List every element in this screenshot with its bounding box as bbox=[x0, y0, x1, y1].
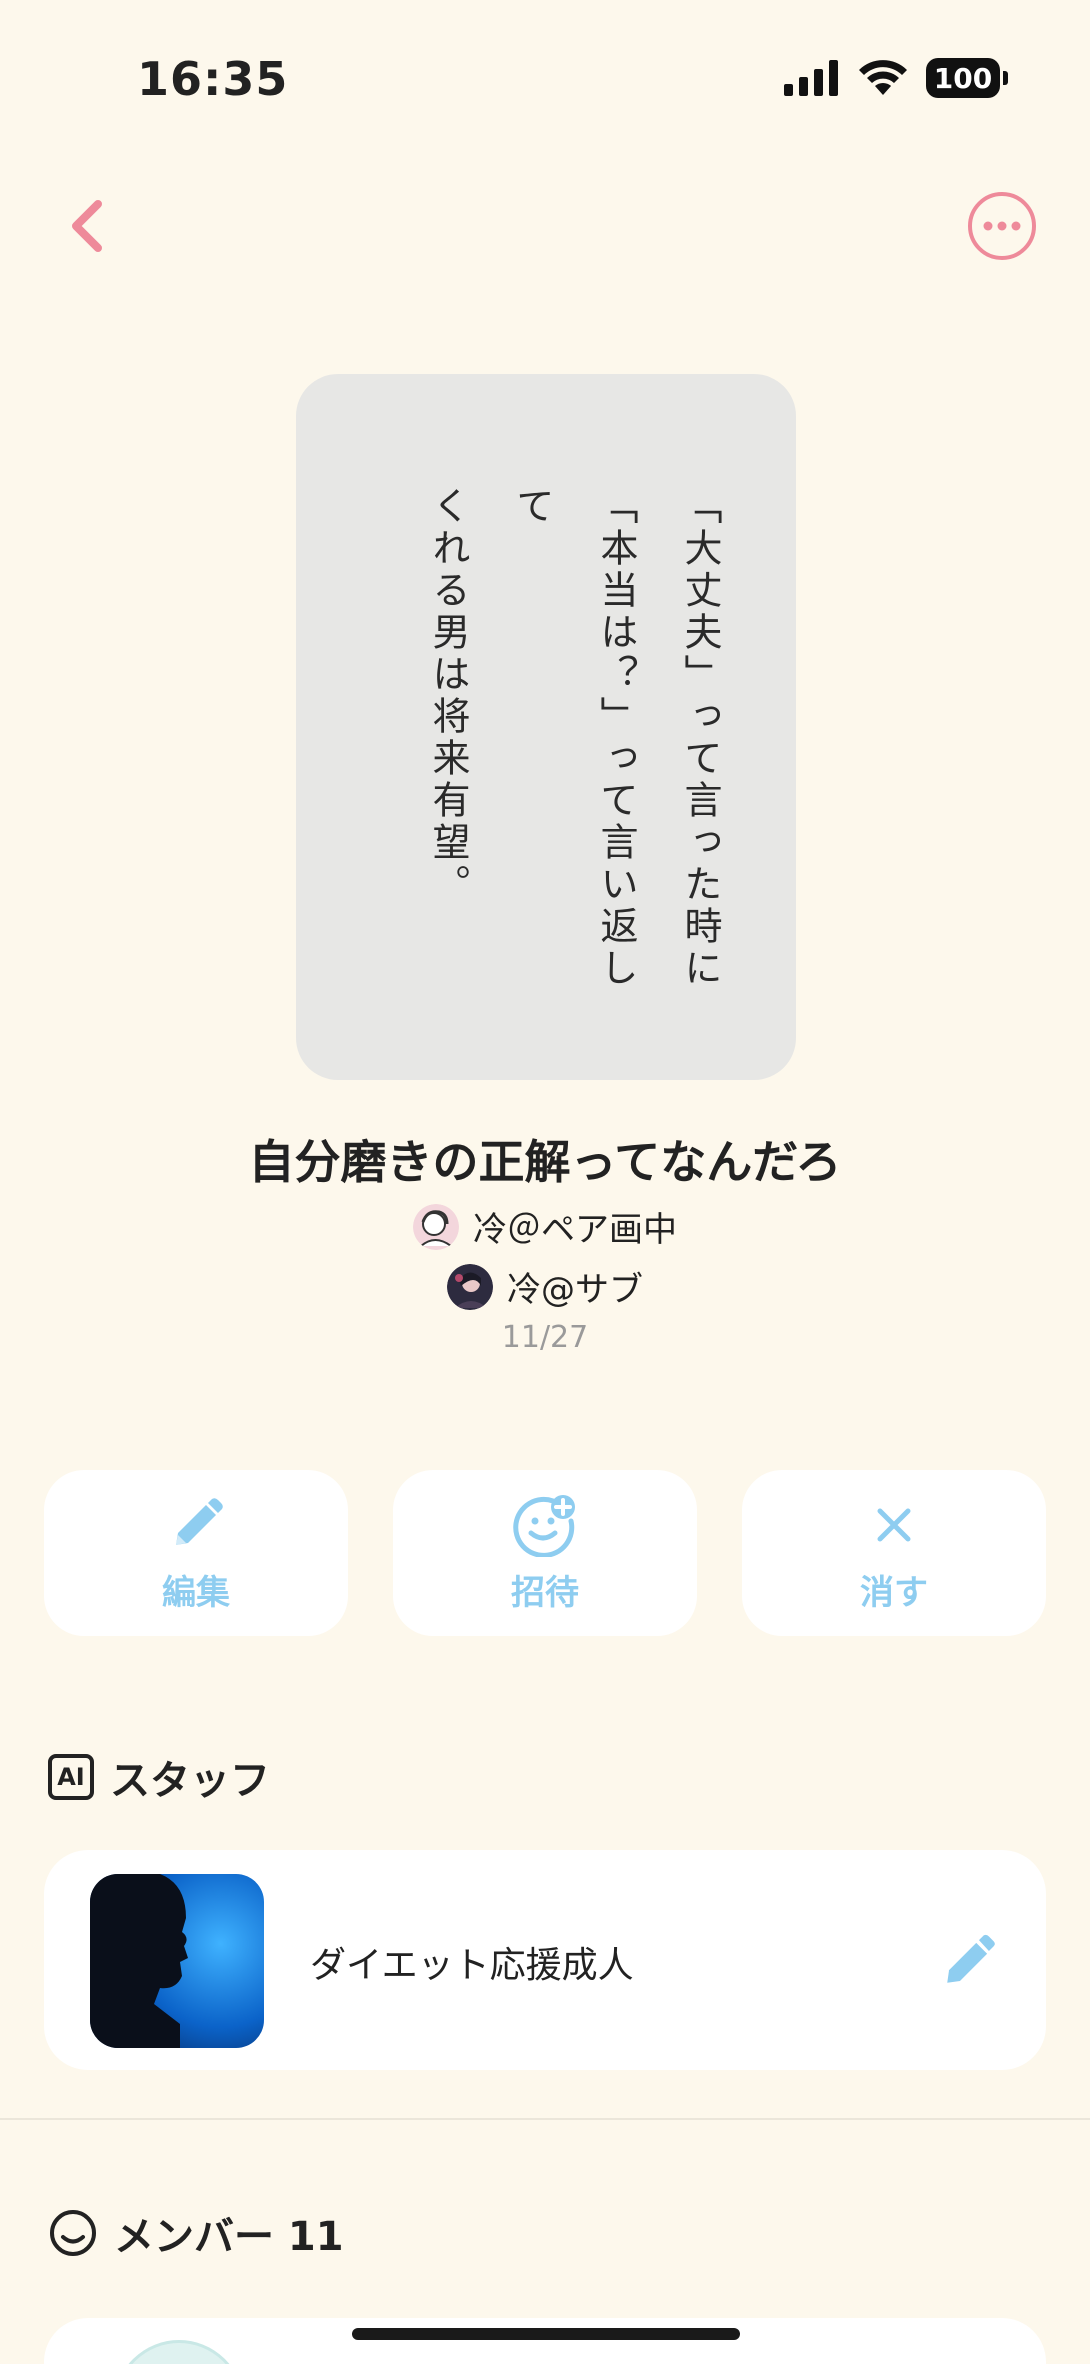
back-chevron-icon[interactable] bbox=[62, 194, 112, 258]
signal-icon bbox=[784, 60, 838, 96]
post-title: 自分磨きの正解ってなんだろ bbox=[248, 1135, 842, 1189]
battery-indicator: 100 bbox=[926, 58, 1008, 98]
edit-label: 編集 bbox=[162, 1572, 230, 1613]
quote-line-3: くれる男は将来有望。 bbox=[426, 486, 470, 906]
member-list-card[interactable] bbox=[44, 2318, 1046, 2364]
edit-button[interactable]: 編集 bbox=[44, 1470, 348, 1636]
pencil-icon[interactable] bbox=[940, 1932, 998, 1990]
post-date: 11/27 bbox=[501, 1320, 589, 1355]
staff-card[interactable]: ダイエット応援成人 bbox=[44, 1850, 1046, 2070]
invite-label: 招待 bbox=[511, 1572, 579, 1613]
staff-name: ダイエット応援成人 bbox=[310, 1945, 634, 1986]
members-heading: メンバー 11 bbox=[48, 2204, 344, 2262]
section-divider bbox=[0, 2118, 1090, 2120]
quote-line-1: 「大丈夫」って言った時に bbox=[678, 486, 722, 990]
pencil-icon bbox=[176, 1497, 223, 1545]
status-icons: 100 bbox=[784, 58, 1008, 98]
staff-heading-label: スタッフ bbox=[110, 1758, 270, 1804]
ai-badge-icon: AI bbox=[48, 1754, 94, 1800]
action-bar: 編集 招待 消す bbox=[44, 1470, 1046, 1636]
quote-text: 「大丈夫」って言った時に 「本当は？」って言い返して くれる男は将来有望。 bbox=[406, 486, 742, 1026]
quote-line-2: 「本当は？」って言い返して bbox=[510, 486, 638, 990]
smiley-icon bbox=[50, 2210, 96, 2256]
wifi-icon bbox=[859, 60, 907, 95]
status-time: 16:35 bbox=[137, 52, 289, 106]
quote-card[interactable]: 「大丈夫」って言った時に 「本当は？」って言い返して くれる男は将来有望。 bbox=[296, 374, 796, 1080]
home-indicator[interactable] bbox=[352, 2328, 740, 2340]
delete-label: 消す bbox=[860, 1572, 928, 1613]
invite-button[interactable]: 招待 bbox=[393, 1470, 697, 1636]
screen: 16:35 100 「大丈夫」って言った時に 「本当は？」って言い返して くれる… bbox=[0, 0, 1090, 2364]
members-heading-label: メンバー 11 bbox=[114, 2214, 344, 2260]
author-name: 冷＠ペア画中 bbox=[473, 1210, 677, 1250]
avatar bbox=[114, 2340, 244, 2364]
author-row[interactable]: 冷＠ペア画中 bbox=[0, 1202, 1090, 1251]
staff-avatar bbox=[90, 1874, 264, 2048]
more-options-icon[interactable] bbox=[966, 190, 1038, 262]
staff-heading: AI スタッフ bbox=[48, 1748, 270, 1806]
author-row[interactable]: 冷@サブ bbox=[0, 1262, 1090, 1311]
author-name: 冷@サブ bbox=[507, 1270, 643, 1310]
avatar bbox=[413, 1203, 459, 1250]
close-icon bbox=[877, 1508, 911, 1541]
add-person-icon bbox=[513, 1494, 575, 1557]
avatar bbox=[447, 1263, 493, 1310]
delete-button[interactable]: 消す bbox=[742, 1470, 1046, 1636]
